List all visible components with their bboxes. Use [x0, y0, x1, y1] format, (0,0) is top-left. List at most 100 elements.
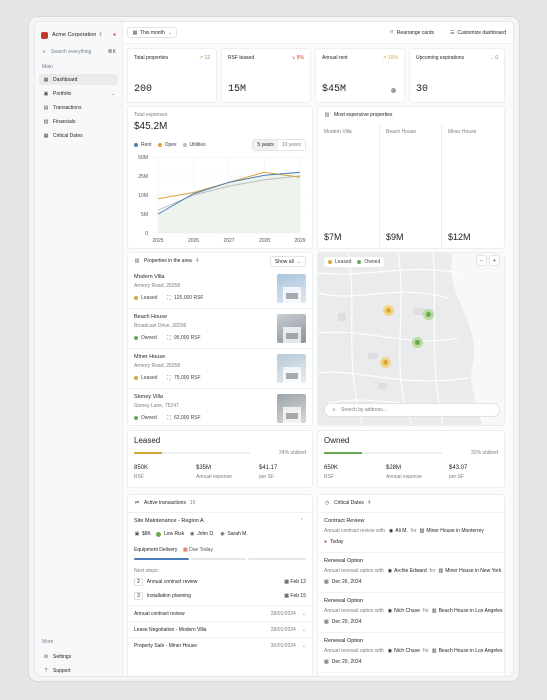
sidebar-item-settings[interactable]: ⚙ Settings	[39, 651, 118, 662]
most-expensive-card: ▥ Most expensive properties Modern Villa…	[317, 106, 505, 249]
property-photo	[277, 274, 306, 303]
transaction-row[interactable]: Property Sale - Miner House 30/01/2024 ⌄	[128, 637, 312, 653]
help-icon: ?	[44, 667, 48, 674]
search-placeholder: Search everything	[51, 48, 92, 55]
sidebar-item-portfolio[interactable]: ▣ Portfolio ⌄	[39, 88, 118, 99]
kpi-value: $45M	[322, 84, 347, 95]
org-name: Acme Corporation	[52, 32, 97, 38]
sidebar-item-critical-dates[interactable]: ▦ Critical Dates	[39, 130, 118, 141]
task-progress-seg	[248, 558, 306, 560]
critical-dates-card: ◷ Critical Dates 4 Contract Review Annual…	[317, 494, 505, 676]
zoom-in-label: +	[493, 257, 496, 264]
rearrange-cards-button[interactable]: ⤧ Rearrange cards	[384, 27, 438, 38]
next-steps-label: Next steps:	[134, 568, 160, 574]
user-icon: ◉	[190, 531, 195, 537]
expensive-col-modern-villa[interactable]: Modern Villa $7M	[318, 124, 380, 248]
kpi-delta-value: 0	[495, 55, 498, 61]
kpi-card-rsf-leased[interactable]: RSF leased ↘ 8% 15M	[221, 48, 311, 103]
map-pin-leased[interactable]	[383, 305, 394, 316]
transaction-row[interactable]: Annual contract review 28/01/2024 ⌄	[128, 605, 312, 621]
range-10-years[interactable]: 10 years	[278, 140, 305, 150]
legend-label: Utilities	[189, 142, 206, 148]
property-photo	[277, 314, 306, 343]
sidebar-item-financials[interactable]: ▥ Financials	[39, 116, 118, 127]
info-icon[interactable]	[391, 88, 396, 93]
sliders-icon: ☰	[450, 29, 455, 36]
legend-dot	[357, 260, 362, 264]
range-toggle: 5 years 10 years	[252, 139, 306, 151]
property-list-item[interactable]: Modern Villa Armory Road, 28358 Leased ⛶ 125…	[128, 269, 312, 309]
map-card[interactable]: Leased Owned − + ⌕ Search by address...	[317, 252, 505, 426]
status-dot	[134, 336, 138, 340]
critical-desc-text: Annual renewal option with	[324, 568, 384, 574]
kpi-card-annual-rent[interactable]: Annual rent ↗ 15% $45M	[315, 48, 405, 103]
kpi-card-upcoming-expirations[interactable]: Upcoming expirations → 0 30	[409, 48, 505, 103]
critical-date-item[interactable]: Renewal Option Annual renewal option with…	[318, 593, 504, 633]
zoom-out-button[interactable]: −	[476, 255, 487, 266]
map-pin-leased[interactable]	[380, 357, 391, 368]
legend-label: Opex	[164, 142, 177, 148]
critical-desc: Annual contract review with ◉ Ali M. for ▥ Mi…	[324, 528, 484, 534]
critical-place: Beach House in Los Angeles	[438, 608, 503, 614]
rearrange-label: Rearrange cards	[396, 29, 434, 36]
critical-date: ▦ Dec 29, 2024	[324, 619, 361, 625]
map-pin-owned[interactable]	[423, 309, 434, 320]
status-dot	[134, 416, 138, 420]
critical-desc: Annual renewal option with ◉ Nich Chase for…	[324, 608, 503, 614]
map-search-input[interactable]: ⌕ Search by address...	[324, 403, 500, 417]
leased-progress-fill	[134, 452, 162, 454]
legend-rent: Rent	[134, 142, 152, 148]
show-all-button[interactable]: Show all ⌄	[269, 256, 306, 267]
kpi-label: RSF leased	[228, 55, 255, 61]
expensive-col-beach-house[interactable]: Beach House $9M	[380, 124, 442, 248]
next-step[interactable]: 2 Annual contract review ▦ Feb 12	[134, 578, 306, 586]
area-count: 4	[195, 258, 199, 264]
sidebar-item-label: Financials	[53, 118, 76, 125]
period-select[interactable]: ▦ This month ⌄	[127, 27, 177, 38]
kpi-card-total-properties[interactable]: Total properties ↗ 12 200	[127, 48, 217, 103]
property-list-item[interactable]: Beach House Broadcast Drive, 28206 Owned ⛶ 9…	[128, 309, 312, 349]
leased-per-sf-label: per SF	[259, 474, 275, 480]
clock-icon: ◷	[324, 500, 330, 506]
transaction-name[interactable]: Site Maintenance - Region A	[134, 518, 204, 524]
critical-date-item[interactable]: Renewal Option Annual renewal option with…	[318, 633, 504, 673]
critical-desc-text: Annual renewal option with	[324, 608, 384, 614]
customize-dashboard-button[interactable]: ☰ Customize dashboard	[445, 27, 510, 38]
property-value: $7M	[324, 232, 342, 242]
sidebar-item-support[interactable]: ? Support	[39, 665, 118, 676]
user-icon: ◉	[387, 648, 393, 654]
property-list-item[interactable]: Stoney Villa Stoney Lane, 75247 Owned ⛶ 62,0…	[128, 389, 312, 425]
transaction-row[interactable]: Lease Negotiation - Modern Villa 28/01/20…	[128, 621, 312, 637]
expensive-col-miner-house[interactable]: Miner House $12M	[442, 124, 504, 248]
critical-date-item[interactable]: Renewal Option Annual renewal option with…	[318, 553, 504, 593]
transactions-count: 16	[189, 500, 196, 506]
main-content: ▦ This month ⌄ ⤧ Rearrange cards ☰ Custo…	[123, 22, 513, 676]
top-toolbar: ▦ This month ⌄ ⤧ Rearrange cards ☰ Custo…	[123, 22, 513, 44]
bell-icon[interactable]: ●	[113, 32, 116, 38]
chevron-up-icon[interactable]: ⌃	[300, 518, 304, 524]
chevron-down-icon: ⌄	[301, 642, 306, 649]
critical-place: Miner House in Monterrey	[426, 528, 484, 534]
owned-rsf: 650K	[324, 465, 339, 471]
property-list-item[interactable]: Miner House Armory Road, 28358 Leased ⛶ 75,0…	[128, 349, 312, 389]
property-address: Broadcast Drive, 28206	[134, 323, 187, 329]
range-5-years[interactable]: 5 years	[253, 140, 278, 150]
kpi-label: Annual rent	[322, 55, 348, 61]
org-switcher[interactable]: Acme Corporation ⇕ ●	[41, 29, 116, 41]
sidebar-item-dashboard[interactable]: ▦ Dashboard	[39, 74, 118, 85]
sidebar-item-transactions[interactable]: ▤ Transactions	[39, 102, 118, 113]
zoom-in-button[interactable]: +	[489, 255, 500, 266]
active-transactions-card: ⇄ Active transactions 16 Site Maintenanc…	[127, 494, 313, 676]
task-name: Equipment Delivery	[134, 547, 178, 553]
critical-date: ▦ Dec 29, 2024	[324, 659, 361, 665]
step-label: Installation planning	[146, 593, 191, 599]
critical-person: Ali M.	[395, 528, 408, 534]
area-icon: ⛶	[167, 415, 171, 421]
expenses-value: $45.2M	[134, 121, 168, 132]
critical-date-item[interactable]: Contract Review Annual contract review wi…	[318, 513, 504, 553]
property-status: Leased	[134, 295, 157, 301]
building-icon: ▥	[438, 568, 444, 574]
map-pin-owned[interactable]	[412, 337, 423, 348]
next-step[interactable]: 3 Installation planning ▦ Feb 15	[134, 592, 306, 600]
search-input[interactable]: ⌕ Search everything ⌘K	[41, 46, 116, 57]
